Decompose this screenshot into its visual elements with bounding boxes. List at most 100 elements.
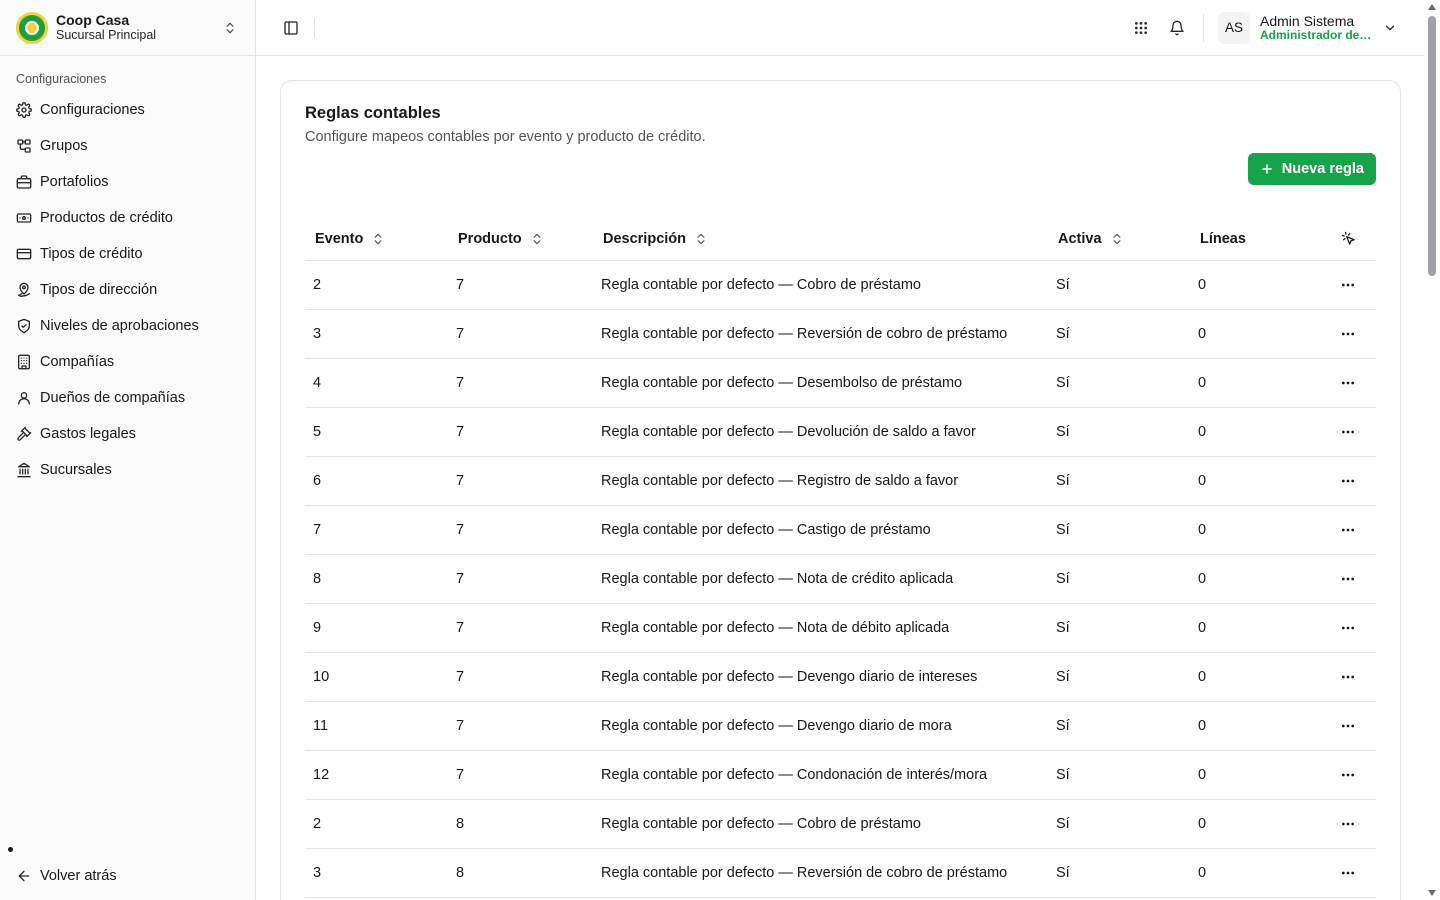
cell-evento: 10 xyxy=(313,669,330,685)
more-horizontal-icon[interactable] xyxy=(1336,420,1360,444)
table-row[interactable]: 6 7 Regla contable por defecto — Registro … xyxy=(305,457,1376,506)
column-header-producto[interactable]: Producto xyxy=(448,231,593,247)
cell-activa: Sí xyxy=(1056,669,1070,685)
scroll-up-arrow[interactable] xyxy=(1428,4,1436,10)
more-horizontal-icon[interactable] xyxy=(1336,322,1360,346)
back-button[interactable]: Volver atrás xyxy=(0,858,255,894)
new-rule-label: Nueva regla xyxy=(1281,161,1364,177)
sort-icon[interactable] xyxy=(694,232,708,246)
column-header-label: Activa xyxy=(1058,230,1102,247)
cell-descripcion: Regla contable por defecto — Registro de… xyxy=(601,473,959,489)
cell-evento: 9 xyxy=(313,620,322,636)
more-horizontal-icon[interactable] xyxy=(1336,371,1360,395)
brand-branch: Sucursal Principal xyxy=(56,28,157,43)
user-icon xyxy=(16,390,32,406)
chevron-down-icon[interactable] xyxy=(1378,16,1402,40)
bell-icon[interactable] xyxy=(1159,10,1195,46)
more-horizontal-icon[interactable] xyxy=(1336,812,1360,836)
sidebar-group-label: Configuraciones xyxy=(16,72,107,86)
column-header-activa[interactable]: Activa xyxy=(1048,231,1190,247)
row-actions xyxy=(1320,665,1376,689)
column-header-evento[interactable]: Evento xyxy=(305,231,448,247)
sidebar-item-label: Compañías xyxy=(40,354,115,370)
table-row[interactable]: 4 7 Regla contable por defecto — Desembols… xyxy=(305,359,1376,408)
sidebar-item-duenos-de-companias[interactable]: Dueños de compañías xyxy=(0,380,255,416)
more-horizontal-icon[interactable] xyxy=(1336,616,1360,640)
sidebar-item-tipos-de-direccion[interactable]: Tipos de dirección xyxy=(0,272,255,308)
table-row[interactable]: 5 7 Regla contable por defecto — Devolució… xyxy=(305,408,1376,457)
more-horizontal-icon[interactable] xyxy=(1336,469,1360,493)
sidebar-item-portafolios[interactable]: Portafolios xyxy=(0,164,255,200)
cell-evento: 12 xyxy=(313,767,330,783)
table-row[interactable]: 2 7 Regla contable por defecto — Cobro de … xyxy=(305,261,1376,310)
scroll-down-arrow[interactable] xyxy=(1428,890,1436,896)
table-row[interactable]: 7 7 Regla contable por defecto — Castigo d… xyxy=(305,506,1376,555)
sidebar-item-niveles-de-aprobaciones[interactable]: Niveles de aprobaciones xyxy=(0,308,255,344)
sidebar-item-companias[interactable]: Compañías xyxy=(0,344,255,380)
sidebar-item-productos-de-credito[interactable]: Productos de crédito xyxy=(0,200,255,236)
row-actions xyxy=(1320,763,1376,787)
cell-evento: 3 xyxy=(313,865,322,881)
cell-activa: Sí xyxy=(1056,816,1070,832)
sidebar-item-gastos-legales[interactable]: Gastos legales xyxy=(0,416,255,452)
table-row[interactable]: 11 7 Regla contable por defecto — Devengo … xyxy=(305,702,1376,751)
brand-switcher[interactable]: Coop Casa Sucursal Principal xyxy=(0,0,255,56)
sidebar-item-tipos-de-credito[interactable]: Tipos de crédito xyxy=(0,236,255,272)
avatar: AS xyxy=(1218,11,1250,44)
table-row[interactable]: 8 7 Regla contable por defecto — Nota de c… xyxy=(305,555,1376,604)
more-horizontal-icon[interactable] xyxy=(1336,763,1360,787)
sidebar-toggle-icon[interactable] xyxy=(280,17,302,39)
sidebar-item-sucursales[interactable]: Sucursales xyxy=(0,452,255,488)
page-subtitle: Configure mapeos contables por evento y … xyxy=(305,129,706,145)
cell-producto: 8 xyxy=(456,816,465,832)
user-menu[interactable]: AS Admin Sistema Administrador del siste… xyxy=(1218,11,1424,44)
more-horizontal-icon[interactable] xyxy=(1336,714,1360,738)
column-header-descripcion[interactable]: Descripción xyxy=(593,231,1048,247)
cell-lineas: 0 xyxy=(1198,522,1207,538)
sidebar-item-configuraciones[interactable]: Configuraciones xyxy=(0,92,255,128)
apps-grid-icon[interactable] xyxy=(1123,10,1159,46)
credit-product-icon xyxy=(16,210,32,226)
table-row[interactable]: 3 7 Regla contable por defecto — Reversión… xyxy=(305,310,1376,359)
rules-card: Reglas contables Configure mapeos contab… xyxy=(280,80,1401,900)
user-role: Administrador del sistema xyxy=(1260,28,1372,42)
cell-descripcion: Regla contable por defecto — Nota de déb… xyxy=(601,620,950,636)
cell-lineas: 0 xyxy=(1198,865,1207,881)
cell-activa: Sí xyxy=(1056,571,1070,587)
cell-producto: 7 xyxy=(456,473,465,489)
row-actions xyxy=(1320,861,1376,885)
table-body: 2 7 Regla contable por defecto — Cobro de … xyxy=(305,261,1376,898)
new-rule-button[interactable]: Nueva regla xyxy=(1247,153,1376,185)
table-row[interactable]: 3 8 Regla contable por defecto — Reversión… xyxy=(305,849,1376,898)
more-horizontal-icon[interactable] xyxy=(1336,518,1360,542)
scroll-thumb[interactable] xyxy=(1428,16,1436,276)
table-row[interactable]: 2 8 Regla contable por defecto — Cobro de … xyxy=(305,800,1376,849)
map-pin-icon xyxy=(16,282,32,298)
more-horizontal-icon[interactable] xyxy=(1336,861,1360,885)
table-row[interactable]: 9 7 Regla contable por defecto — Nota de d… xyxy=(305,604,1376,653)
cell-descripcion: Regla contable por defecto — Castigo de … xyxy=(601,522,931,538)
row-actions xyxy=(1320,714,1376,738)
cell-activa: Sí xyxy=(1056,326,1070,342)
column-settings xyxy=(1320,227,1376,251)
table-row[interactable]: 10 7 Regla contable por defecto — Devengo … xyxy=(305,653,1376,702)
more-horizontal-icon[interactable] xyxy=(1336,273,1360,297)
cell-lineas: 0 xyxy=(1198,277,1207,293)
cell-evento: 8 xyxy=(313,571,322,587)
sort-icon[interactable] xyxy=(371,232,385,246)
sort-icon[interactable] xyxy=(1110,232,1124,246)
more-horizontal-icon[interactable] xyxy=(1336,665,1360,689)
row-actions xyxy=(1320,518,1376,542)
cell-lineas: 0 xyxy=(1198,620,1207,636)
table-row[interactable]: 12 7 Regla contable por defecto — Condonac… xyxy=(305,751,1376,800)
cell-evento: 11 xyxy=(313,718,329,734)
chevrons-up-down-icon[interactable] xyxy=(221,19,239,37)
page-scrollbar[interactable] xyxy=(1424,0,1440,900)
briefcase-icon xyxy=(16,174,32,190)
sidebar-item-grupos[interactable]: Grupos xyxy=(0,128,255,164)
sort-icon[interactable] xyxy=(530,232,544,246)
row-actions xyxy=(1320,420,1376,444)
column-settings-icon[interactable] xyxy=(1336,227,1360,251)
more-horizontal-icon[interactable] xyxy=(1336,567,1360,591)
cell-producto: 7 xyxy=(456,424,465,440)
